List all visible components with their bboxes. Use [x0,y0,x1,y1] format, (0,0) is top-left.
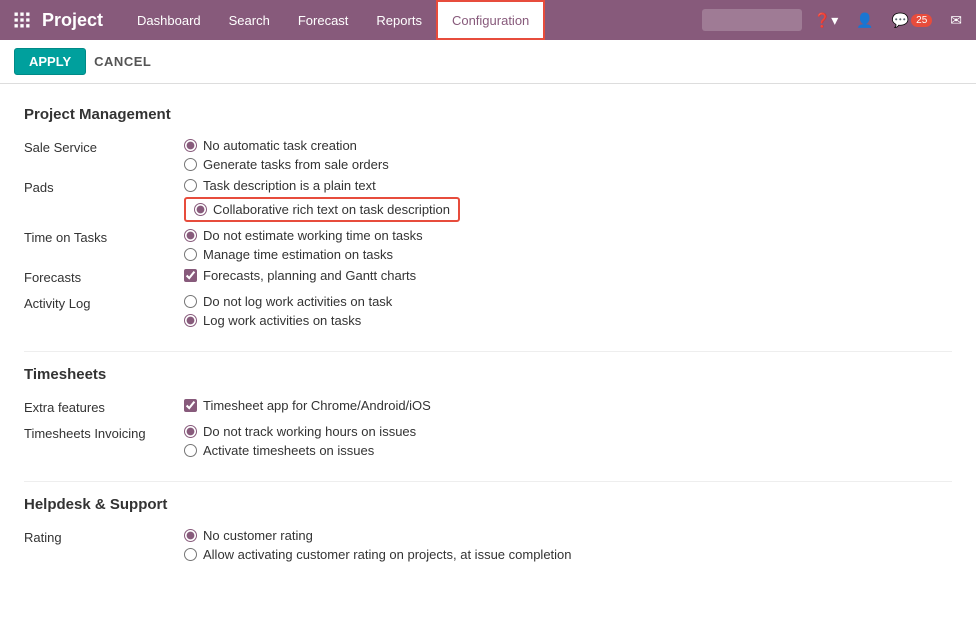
radio-input-0-2-0[interactable] [184,229,197,242]
help-icon[interactable]: ❓▾ [808,8,844,33]
mail-icon[interactable]: ✉ [944,8,968,33]
app-title: Project [42,10,103,31]
section-title-2: Helpdesk & Support [24,496,952,513]
nav-search[interactable]: Search [215,0,284,40]
settings-table-0: Sale Service No automatic task creation Ge… [24,135,952,331]
settings-row-1-1: Timesheets InvoicingDo not track working… [24,421,952,461]
option-label-0-2-0: Do not estimate working time on tasks [203,228,423,243]
action-bar: APPLY CANCEL [0,40,976,84]
topbar-search-input[interactable] [702,9,802,31]
option-label-0-4-1: Log work activities on tasks [203,313,361,328]
login-icon[interactable]: 👤 [850,8,879,33]
option-label-0-3-0: Forecasts, planning and Gantt charts [203,268,416,283]
field-label-1-1: Timesheets Invoicing [24,424,184,441]
main-content: Project ManagementSale ServiceNo automat… [0,84,976,601]
radio-input-2-0-0[interactable] [184,529,197,542]
field-label-0-3: Forecasts [24,268,184,285]
option-label-1-0-0: Timesheet app for Chrome/Android/iOS [203,398,431,413]
option-0-1-1[interactable]: Collaborative rich text on task descript… [184,197,460,222]
radio-input-0-1-0[interactable] [184,179,197,192]
option-2-0-1[interactable]: Allow activating customer rating on proj… [184,547,572,562]
nav-configuration[interactable]: Configuration [436,0,545,40]
radio-input-1-1-1[interactable] [184,444,197,457]
radio-input-0-0-0[interactable] [184,139,197,152]
radio-input-0-4-0[interactable] [184,295,197,308]
settings-row-0-3: Forecasts Forecasts, planning and Gantt c… [24,265,952,291]
notification-badge: 25 [911,14,932,27]
radio-input-0-2-1[interactable] [184,248,197,261]
option-0-4-1[interactable]: Log work activities on tasks [184,313,392,328]
radio-input-0-0-1[interactable] [184,158,197,171]
settings-row-0-1: Pads Task description is a plain text Coll… [24,175,952,225]
nav-dashboard[interactable]: Dashboard [123,0,215,40]
field-options-0-4: Do not log work activities on task Log wo… [184,294,392,328]
section-separator-1 [24,481,952,482]
option-label-0-0-0: No automatic task creation [203,138,357,153]
option-2-0-0[interactable]: No customer rating [184,528,572,543]
field-options-0-2: Do not estimate working time on tasks Man… [184,228,423,262]
radio-input-1-1-0[interactable] [184,425,197,438]
nav-forecast[interactable]: Forecast [284,0,363,40]
option-label-0-1-1: Collaborative rich text on task descript… [213,202,450,217]
field-options-1-1: Do not track working hours on issues Acti… [184,424,416,458]
section-separator-0 [24,351,952,352]
cancel-button[interactable]: CANCEL [94,54,151,69]
option-0-0-0[interactable]: No automatic task creation [184,138,389,153]
field-label-1-0: Extra features [24,398,184,415]
field-options-2-0: No customer rating Allow activating custo… [184,528,572,562]
radio-input-2-0-1[interactable] [184,548,197,561]
option-1-0-0[interactable]: Timesheet app for Chrome/Android/iOS [184,398,431,413]
field-label-2-0: Rating [24,528,184,545]
radio-input-0-4-1[interactable] [184,314,197,327]
option-label-2-0-0: No customer rating [203,528,313,543]
field-label-0-4: Activity Log [24,294,184,311]
field-label-0-0: Sale Service [24,138,184,155]
chat-icon[interactable]: 💬 25 [886,8,939,33]
option-label-0-0-1: Generate tasks from sale orders [203,157,389,172]
option-0-0-1[interactable]: Generate tasks from sale orders [184,157,389,172]
option-label-1-1-1: Activate timesheets on issues [203,443,374,458]
option-label-0-4-0: Do not log work activities on task [203,294,392,309]
option-0-4-0[interactable]: Do not log work activities on task [184,294,392,309]
section-title-1: Timesheets [24,366,952,383]
settings-row-0-2: Time on TasksDo not estimate working tim… [24,225,952,265]
topbar: Project Dashboard Search Forecast Report… [0,0,976,40]
radio-input-0-1-1[interactable] [194,203,207,216]
option-0-2-0[interactable]: Do not estimate working time on tasks [184,228,423,243]
apply-button[interactable]: APPLY [14,48,86,75]
field-options-0-0: No automatic task creation Generate tasks… [184,138,389,172]
option-label-0-2-1: Manage time estimation on tasks [203,247,393,262]
field-label-0-2: Time on Tasks [24,228,184,245]
grid-menu-icon[interactable] [8,6,36,34]
checkbox-input-1-0-0[interactable] [184,399,197,412]
option-1-1-0[interactable]: Do not track working hours on issues [184,424,416,439]
option-label-0-1-0: Task description is a plain text [203,178,376,193]
settings-table-1: Extra features Timesheet app for Chrome/A… [24,395,952,461]
settings-row-1-0: Extra features Timesheet app for Chrome/A… [24,395,952,421]
section-title-0: Project Management [24,106,952,123]
option-0-3-0[interactable]: Forecasts, planning and Gantt charts [184,268,416,283]
option-0-2-1[interactable]: Manage time estimation on tasks [184,247,423,262]
field-options-0-1: Task description is a plain text Collabor… [184,178,460,222]
field-options-0-3: Forecasts, planning and Gantt charts [184,268,416,283]
main-nav: Dashboard Search Forecast Reports Config… [123,0,702,40]
settings-row-0-4: Activity LogDo not log work activities o… [24,291,952,331]
option-label-2-0-1: Allow activating customer rating on proj… [203,547,572,562]
option-1-1-1[interactable]: Activate timesheets on issues [184,443,416,458]
option-label-1-1-0: Do not track working hours on issues [203,424,416,439]
option-0-1-0[interactable]: Task description is a plain text [184,178,460,193]
settings-row-2-0: Rating No customer rating Allow activating… [24,525,952,565]
topbar-right: ❓▾ 👤 💬 25 ✉ [702,8,968,33]
checkbox-input-0-3-0[interactable] [184,269,197,282]
field-options-1-0: Timesheet app for Chrome/Android/iOS [184,398,431,413]
field-label-0-1: Pads [24,178,184,195]
nav-reports[interactable]: Reports [362,0,436,40]
settings-table-2: Rating No customer rating Allow activating… [24,525,952,565]
settings-row-0-0: Sale Service No automatic task creation Ge… [24,135,952,175]
